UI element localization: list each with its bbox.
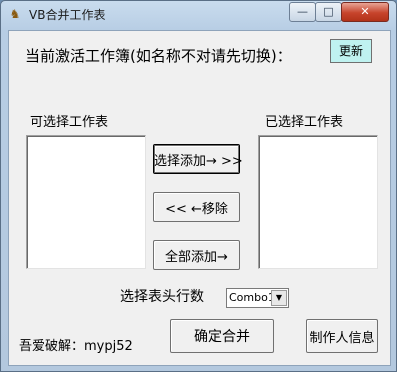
active-workbook-label: 当前激活工作簿(如名称不对请先切换)：: [25, 47, 292, 65]
confirm-merge-button[interactable]: 确定合并: [170, 319, 274, 353]
header-rows-label: 选择表头行数: [120, 289, 204, 305]
minimize-button[interactable]: —: [289, 2, 316, 22]
close-button[interactable]: ✕: [341, 2, 389, 22]
credit-text: 吾爱破解：mypj52: [19, 339, 133, 354]
remove-button[interactable]: << ←移除: [153, 192, 240, 222]
title-bar[interactable]: ♞ VB合并工作表 — □ ✕: [1, 1, 396, 28]
combo-value: Combo1: [229, 291, 275, 304]
main-window: ♞ VB合并工作表 — □ ✕ 当前激活工作簿(如名称不对请先切换)： 更新 可…: [0, 0, 397, 372]
add-all-button[interactable]: 全部添加→: [153, 240, 240, 270]
header-rows-combo[interactable]: Combo1 ▼: [226, 288, 289, 308]
vb-app-icon: ♞: [9, 7, 21, 21]
refresh-button[interactable]: 更新: [330, 39, 372, 63]
available-sheets-list[interactable]: [26, 135, 146, 269]
author-info-button[interactable]: 制作人信息: [306, 319, 378, 353]
maximize-button[interactable]: □: [315, 2, 342, 22]
available-sheets-label: 可选择工作表: [30, 115, 109, 130]
window-title: VB合并工作表: [29, 8, 106, 22]
chevron-down-icon[interactable]: ▼: [271, 290, 287, 306]
add-selected-button[interactable]: 选择添加→ >>: [153, 144, 243, 174]
client-area: 当前激活工作簿(如名称不对请先切换)： 更新 可选择工作表 已选择工作表 选择添…: [8, 30, 391, 366]
selected-sheets-list[interactable]: [258, 135, 378, 269]
selected-sheets-label: 已选择工作表: [265, 115, 344, 130]
